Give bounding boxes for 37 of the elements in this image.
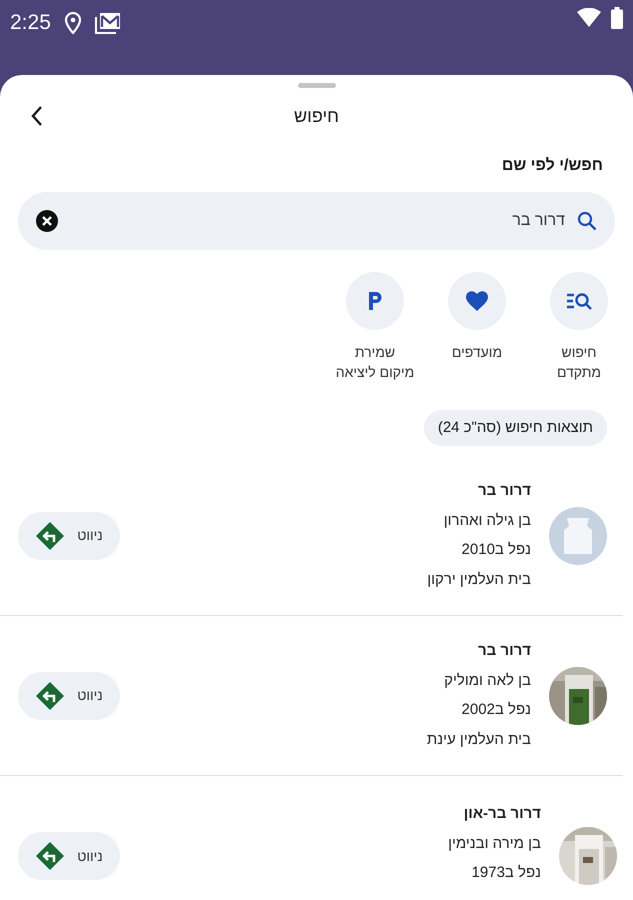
navigate-button[interactable]: ניווט bbox=[18, 512, 120, 560]
search-bar[interactable]: דרור בר bbox=[18, 192, 615, 250]
clear-icon[interactable] bbox=[36, 210, 58, 232]
turn-sign-icon bbox=[35, 520, 66, 550]
turn-sign-icon bbox=[35, 680, 66, 710]
result-parents: בן גילה ואהרון bbox=[442, 510, 531, 530]
result-parents: בן לאה ומוליק bbox=[443, 670, 531, 690]
result-parents: בן מירה ובנימין bbox=[448, 834, 541, 854]
result-name: דרור בר bbox=[477, 641, 531, 661]
heart-icon bbox=[465, 290, 489, 312]
search-label: חפש/י לפי שם bbox=[500, 156, 604, 176]
quick-action-label: מועדפים bbox=[450, 343, 504, 362]
result-name: דרור בר-און bbox=[462, 804, 541, 824]
result-fell-year: נפל ב2002 bbox=[460, 700, 531, 720]
status-time: 2:25 bbox=[10, 10, 51, 36]
quick-action-label: חיפוש מתקדם bbox=[556, 343, 602, 382]
quick-action-label: שמירת מיקום ליציאה bbox=[334, 343, 416, 382]
result-cemetery: בית העלמין ירקון bbox=[427, 570, 531, 590]
turn-sign-icon bbox=[35, 841, 66, 871]
mail-icon bbox=[94, 12, 121, 34]
battery-icon bbox=[611, 7, 623, 29]
parking-icon bbox=[367, 291, 383, 311]
search-field[interactable]: דרור בר bbox=[70, 209, 565, 233]
location-icon bbox=[64, 12, 81, 34]
drag-handle[interactable] bbox=[298, 83, 336, 88]
navigate-button[interactable]: ניווט bbox=[18, 832, 120, 880]
header-title: חיפוש bbox=[294, 104, 339, 128]
result-fell-year: נפל ב2010 bbox=[460, 540, 531, 560]
search-list-icon bbox=[565, 291, 593, 311]
navigate-button[interactable]: ניווט bbox=[18, 672, 120, 720]
result-name: דרור בר bbox=[477, 481, 531, 501]
result-cemetery: בית העלמין עינת bbox=[426, 730, 531, 750]
results-count-chip: תוצאות חיפוש (סה"כ 24) bbox=[424, 410, 607, 446]
search-icon bbox=[577, 211, 597, 231]
wifi-icon bbox=[577, 8, 601, 28]
chevron-left-icon bbox=[30, 105, 44, 127]
result-fell-year: נפל ב1973 bbox=[470, 863, 541, 884]
